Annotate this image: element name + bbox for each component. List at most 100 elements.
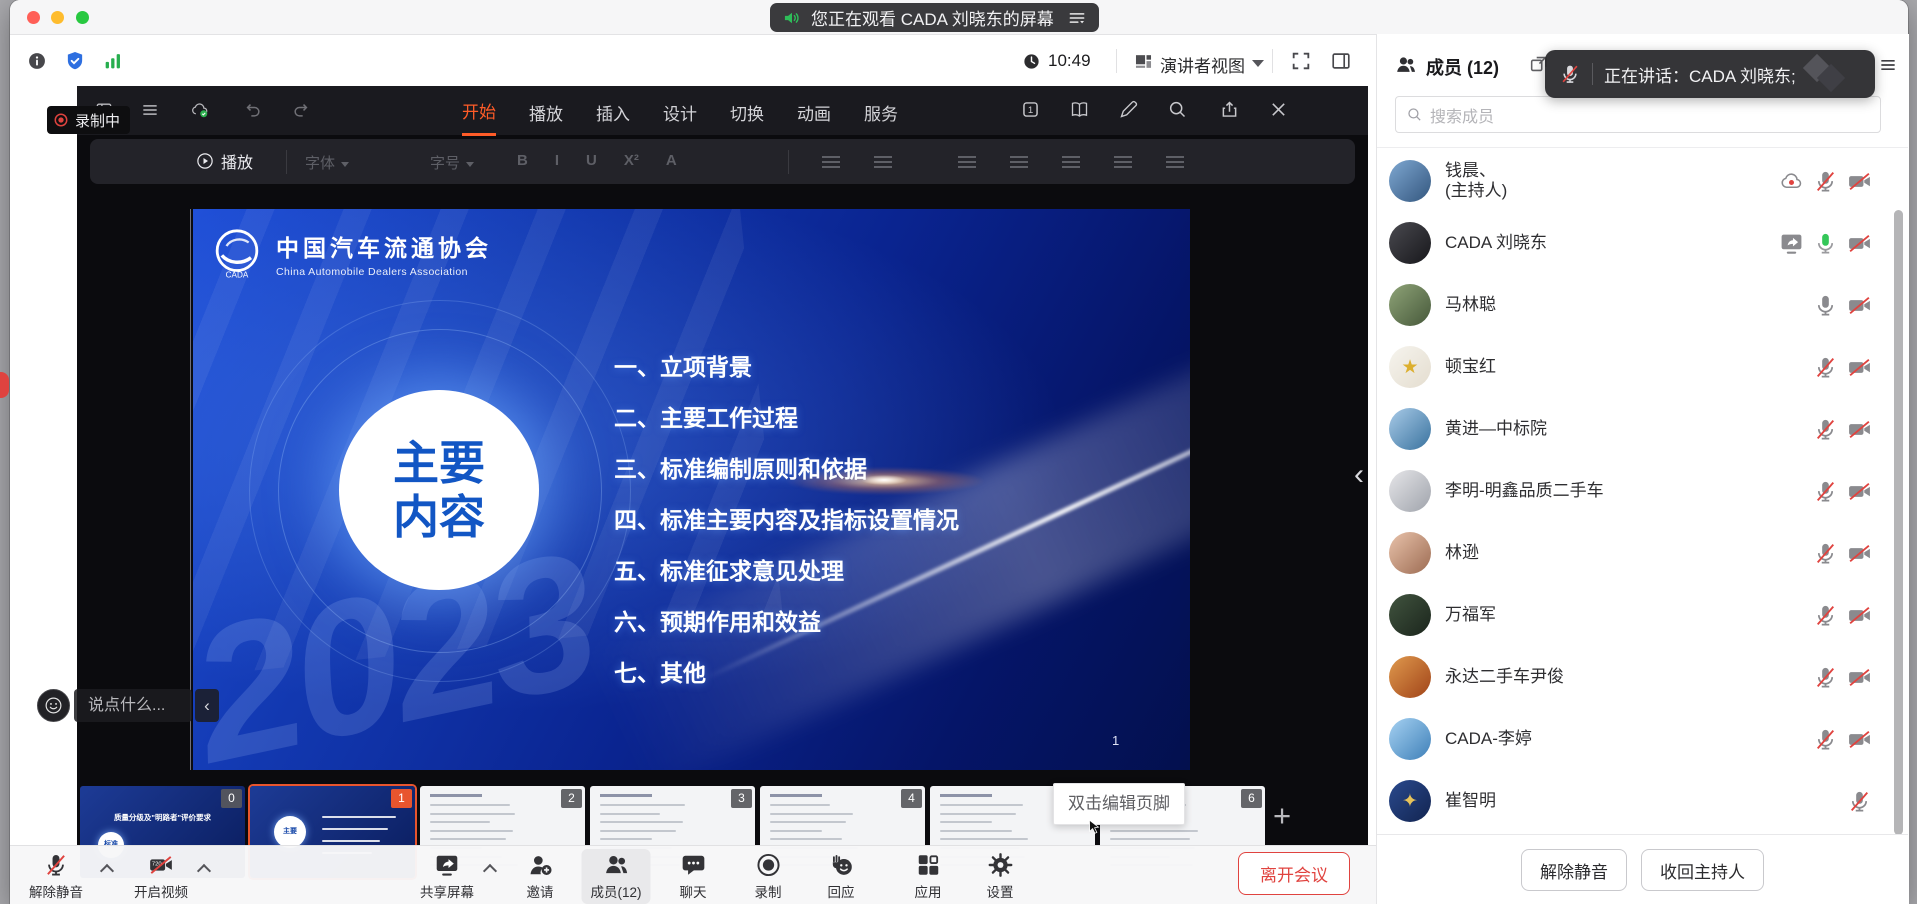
member-row[interactable]: ★顿宝红 (1376, 336, 1908, 398)
camera-muted-icon[interactable] (1847, 417, 1872, 442)
align-right-icon[interactable] (1062, 156, 1080, 169)
mic-muted-icon[interactable] (1813, 665, 1838, 690)
mic-muted-icon[interactable] (1813, 417, 1838, 442)
member-row[interactable]: ✦崔智明 (1376, 770, 1908, 832)
member-search-input[interactable]: 搜索成员 (1395, 96, 1881, 133)
member-row[interactable]: 马林聪 (1376, 274, 1908, 336)
page-number-box-icon[interactable]: 1 (1020, 99, 1041, 120)
panel-collapse-chevron[interactable]: ‹ (1347, 453, 1371, 497)
slide-canvas[interactable]: 2023 CADA 中国汽车流通协会 China Automobile Deal… (193, 209, 1190, 770)
wps-tab-播放[interactable]: 播放 (529, 87, 563, 135)
unmute-all-button[interactable]: 解除静音 (1521, 849, 1627, 891)
camera-muted-icon[interactable] (1847, 169, 1872, 194)
edge-red-tab[interactable] (0, 372, 9, 398)
toolbar-录制[interactable]: 录制 (755, 852, 782, 901)
info-icon[interactable] (27, 51, 47, 71)
share-icon[interactable] (1219, 99, 1240, 120)
view-mode-dropdown[interactable]: 演讲者视图 (1160, 52, 1245, 77)
member-row[interactable]: CADA 刘晓东 (1376, 212, 1908, 274)
signal-bars-icon[interactable] (102, 50, 124, 72)
chevron-up-icon[interactable] (100, 864, 114, 878)
chat-collapse-button[interactable]: ‹ (195, 689, 219, 722)
mic-muted-icon[interactable] (1813, 603, 1838, 628)
style-glyph-button[interactable]: B (517, 152, 528, 169)
mic-muted-icon[interactable] (1813, 169, 1838, 194)
fullscreen-icon[interactable] (1290, 50, 1312, 72)
chevron-up-icon[interactable] (483, 864, 497, 878)
wps-tab-动画[interactable]: 动画 (797, 87, 831, 135)
play-button[interactable]: 播放 (196, 149, 253, 173)
align-center-icon[interactable] (1010, 156, 1028, 169)
align-left-icon[interactable] (958, 156, 976, 169)
undo-icon[interactable] (243, 100, 263, 120)
member-row[interactable]: CADA-李婷 (1376, 708, 1908, 770)
screen-sharing-icon[interactable] (1779, 231, 1804, 256)
read-mode-icon[interactable] (1069, 99, 1090, 120)
toolbar-解除静音[interactable]: 解除静音 (29, 852, 83, 901)
minimize-window-button[interactable] (51, 11, 64, 24)
member-row[interactable]: 钱晨、(主持人) (1376, 150, 1908, 212)
align-justify-icon[interactable] (1114, 156, 1132, 169)
wps-tab-服务[interactable]: 服务 (864, 87, 898, 135)
camera-muted-icon[interactable] (1847, 541, 1872, 566)
style-glyph-button[interactable]: I (555, 152, 559, 169)
add-slide-button[interactable]: + (1265, 798, 1299, 834)
numbered-list-icon[interactable] (874, 156, 892, 169)
font-size-dropdown[interactable]: 字号 (430, 152, 474, 173)
search-icon[interactable] (1167, 99, 1188, 120)
caret-down-icon[interactable] (1252, 60, 1264, 67)
mic-idle-icon[interactable] (1813, 293, 1838, 318)
member-row[interactable]: 永达二手车尹俊 (1376, 646, 1908, 708)
toolbar-设置[interactable]: 设置 (987, 852, 1014, 901)
chat-input[interactable]: 说点什么... (74, 689, 192, 722)
wps-tab-开始[interactable]: 开始 (462, 85, 496, 136)
shield-check-icon[interactable] (64, 50, 86, 72)
toolbar-成员(12)[interactable]: 成员(12) (581, 849, 650, 904)
list-menu-icon[interactable] (1067, 8, 1087, 28)
camera-muted-icon[interactable] (1847, 603, 1872, 628)
line-spacing-icon[interactable] (1166, 156, 1184, 169)
toolbar-共享屏幕[interactable]: 共享屏幕 (420, 852, 474, 901)
close-window-button[interactable] (27, 11, 40, 24)
camera-muted-icon[interactable] (1847, 479, 1872, 504)
close-icon[interactable] (1268, 99, 1289, 120)
mic-on-icon[interactable] (1813, 231, 1838, 256)
panel-scrollbar[interactable] (1894, 210, 1903, 835)
chevron-up-icon[interactable] (197, 864, 211, 878)
font-family-dropdown[interactable]: 字体 (305, 152, 349, 173)
camera-muted-icon[interactable] (1847, 231, 1872, 256)
member-row[interactable]: 林逊 (1376, 522, 1908, 584)
style-glyph-button[interactable]: X² (624, 152, 639, 169)
toolbar-邀请[interactable]: 邀请 (527, 852, 554, 901)
mic-muted-icon[interactable] (1813, 479, 1838, 504)
wps-tab-插入[interactable]: 插入 (596, 87, 630, 135)
style-glyph-button[interactable]: A (666, 152, 677, 169)
emoji-button[interactable] (37, 689, 70, 722)
camera-muted-icon[interactable] (1847, 293, 1872, 318)
camera-muted-icon[interactable] (1847, 665, 1872, 690)
hamburger-icon[interactable] (140, 100, 160, 120)
mic-muted-icon[interactable] (1813, 541, 1838, 566)
camera-muted-icon[interactable] (1847, 727, 1872, 752)
wps-tab-切换[interactable]: 切换 (730, 87, 764, 135)
toolbar-开启视频[interactable]: 720开启视频 (134, 852, 188, 901)
member-row[interactable]: 黄进—中标院 (1376, 398, 1908, 460)
mic-muted-icon[interactable] (1847, 789, 1872, 814)
reclaim-host-button[interactable]: 收回主持人 (1641, 849, 1764, 891)
toolbar-回应[interactable]: 回应 (828, 852, 855, 901)
member-row[interactable]: 万福军 (1376, 584, 1908, 646)
cloud-recording-icon[interactable] (1779, 169, 1804, 194)
leave-meeting-button[interactable]: 离开会议 (1238, 852, 1350, 895)
redo-icon[interactable] (291, 100, 311, 120)
mic-muted-icon[interactable] (1813, 727, 1838, 752)
cloud-saved-icon[interactable] (190, 100, 210, 120)
toolbar-应用[interactable]: 应用 (915, 852, 942, 901)
sidebar-toggle-icon[interactable] (1330, 50, 1352, 72)
style-glyph-button[interactable]: U (586, 152, 597, 169)
mic-muted-icon[interactable] (1813, 355, 1838, 380)
pen-icon[interactable] (1118, 99, 1139, 120)
zoom-window-button[interactable] (76, 11, 89, 24)
wps-tab-设计[interactable]: 设计 (663, 87, 697, 135)
camera-muted-icon[interactable] (1847, 355, 1872, 380)
panel-menu-icon[interactable] (1878, 55, 1898, 75)
